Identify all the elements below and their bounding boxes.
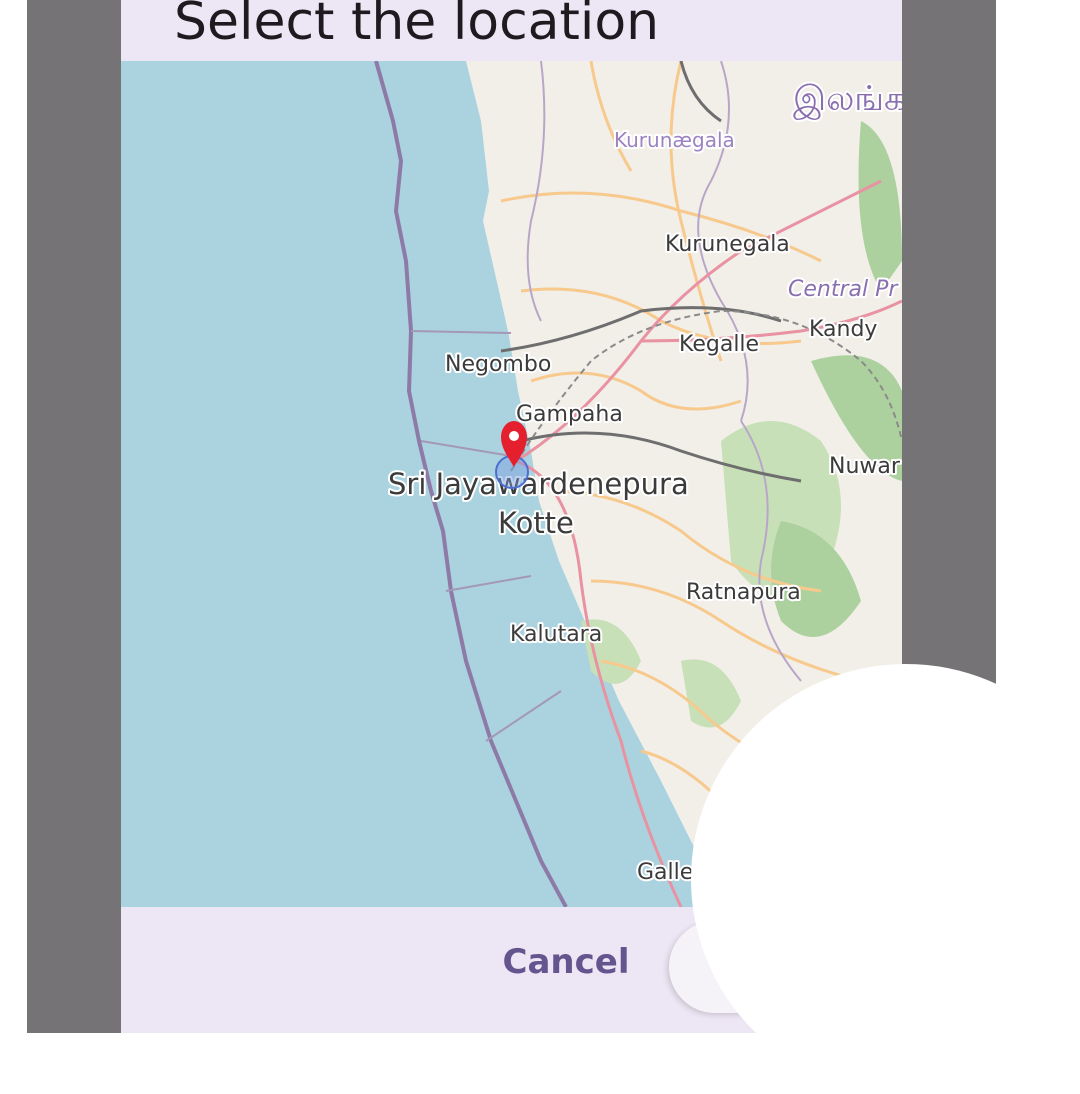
map-label-central-province: Central Pr xyxy=(788,277,899,302)
map-label-sinhala: இலங்க xyxy=(793,79,902,120)
map-label-kurunaegala: Kurunægala xyxy=(614,128,735,152)
map-label-kotte: Kotte xyxy=(498,506,574,540)
map-label-kurunegala: Kurunegala xyxy=(665,232,790,257)
map-label-kalutara: Kalutara xyxy=(510,622,602,647)
map-label-ratnapura: Ratnapura xyxy=(686,580,801,605)
map-label-galle: Galle xyxy=(637,860,693,885)
map-label-nuwara: Nuwar xyxy=(829,454,901,479)
map-label-negombo: Negombo xyxy=(445,352,551,377)
map-label-kegalle: Kegalle xyxy=(679,332,759,357)
white-overlay-fill xyxy=(760,880,1080,1080)
map-label-gampaha: Gampaha xyxy=(516,402,623,427)
dialog-title: Select the location xyxy=(174,0,660,52)
map-label-sri-jayawardenepura: Sri Jayawardenepura xyxy=(388,467,689,501)
map-label-kandy: Kandy xyxy=(809,317,877,342)
cancel-button[interactable]: Cancel xyxy=(471,930,661,994)
